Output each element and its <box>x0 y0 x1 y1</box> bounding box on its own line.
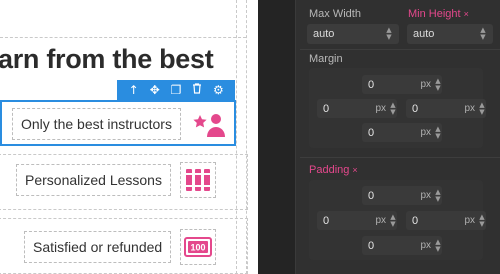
margin-right-input[interactable]: 0 px ▲ ▼ <box>406 99 486 118</box>
updown-arrows-icon: ▲ ▼ <box>435 237 441 253</box>
padding-right-input[interactable]: 0 px ▲ ▼ <box>406 211 486 230</box>
money-100-icon[interactable]: 100 <box>180 229 216 265</box>
updown-arrows-icon: ▲ ▼ <box>435 76 441 92</box>
gear-icon[interactable]: ⚙ <box>210 80 226 101</box>
section-heading[interactable]: arn from the best <box>0 44 214 75</box>
clear-padding-icon[interactable]: × <box>352 165 357 175</box>
feature-label-personalized[interactable]: Personalized Lessons <box>16 164 171 196</box>
divider <box>300 49 500 50</box>
clear-min-height-icon[interactable]: × <box>464 9 469 19</box>
updown-arrows-icon: ▲ ▼ <box>480 26 486 41</box>
margin-bottom-input[interactable]: 0 px ▲ ▼ <box>362 123 442 142</box>
updown-arrows-icon: ▲ ▼ <box>479 100 485 116</box>
layout-guide <box>0 37 246 38</box>
margin-left-input[interactable]: 0 px ▲ ▼ <box>317 99 397 118</box>
max-width-value: auto <box>313 28 335 40</box>
instructor-star-icon[interactable] <box>192 106 228 142</box>
updown-arrows-icon: ▲ ▼ <box>479 212 485 228</box>
padding-left-input[interactable]: 0 px ▲ ▼ <box>317 211 397 230</box>
move-up-icon[interactable]: ↑ <box>126 80 142 101</box>
panel-gutter <box>258 0 296 274</box>
padding-top-input[interactable]: 0 px ▲ ▼ <box>362 186 442 205</box>
max-width-label: Max Width <box>309 8 361 20</box>
feature-label-refund[interactable]: Satisfied or refunded <box>24 231 172 263</box>
feature-label-instructors[interactable]: Only the best instructors <box>12 108 181 140</box>
min-height-value: auto <box>413 28 435 40</box>
selection-toolbar: ↑ ✥ ❐ ⚙ <box>117 80 235 101</box>
drag-move-icon[interactable]: ✥ <box>147 80 163 101</box>
builder-canvas: arn from the best ↑ ✥ ❐ ⚙ Only the best … <box>0 0 258 274</box>
updown-arrows-icon: ▲ ▼ <box>390 212 396 228</box>
updown-arrows-icon: ▲ ▼ <box>435 187 441 203</box>
padding-bottom-input[interactable]: 0 px ▲ ▼ <box>362 236 442 255</box>
max-width-select[interactable]: auto ▲ ▼ <box>307 24 399 44</box>
min-height-label: Min Height × <box>408 8 469 20</box>
margin-label: Margin <box>309 53 343 65</box>
updown-arrows-icon: ▲ ▼ <box>435 124 441 140</box>
updown-arrows-icon: ▲ ▼ <box>390 100 396 116</box>
updown-arrows-icon: ▲ ▼ <box>386 26 392 41</box>
duplicate-icon[interactable]: ❐ <box>168 80 184 101</box>
margin-top-input[interactable]: 0 px ▲ ▼ <box>362 75 442 94</box>
min-height-select[interactable]: auto ▲ ▼ <box>407 24 493 44</box>
divider <box>300 157 500 158</box>
padding-label: Padding × <box>309 164 358 176</box>
books-icon[interactable] <box>180 162 216 198</box>
trash-icon[interactable] <box>189 80 205 101</box>
money-100-text: 100 <box>190 243 205 253</box>
